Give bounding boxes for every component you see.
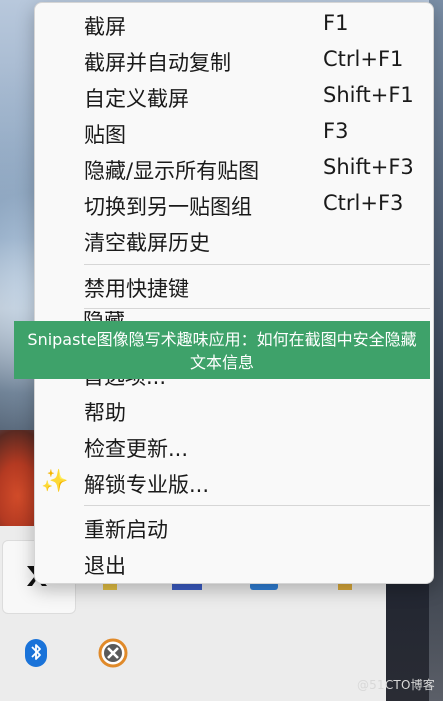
menu-item-label: 检查更新... [84, 437, 189, 461]
menu-item-shortcut: Ctrl+F3 [323, 191, 404, 215]
menu-item-shortcut: Shift+F3 [323, 155, 414, 179]
menu-item-help[interactable]: 帮助 [35, 393, 433, 429]
menu-item-label: 退出 [84, 554, 126, 578]
menu-item-label: 截屏 [84, 15, 126, 39]
sparkles-icon: ✨ [41, 469, 69, 494]
article-title-banner: Snipaste图像隐写术趣味应用：如何在截图中安全隐藏文本信息 [14, 321, 430, 379]
menu-item-preferences-fragment[interactable]: 首选项... [83, 379, 166, 389]
menu-item-paste[interactable]: 贴图 F3 [35, 115, 433, 151]
menu-item-hidden-fragment: 隐藏 [83, 311, 125, 321]
menu-item-screenshot[interactable]: 截屏 F1 [35, 7, 433, 43]
menu-item-shortcut: Ctrl+F1 [323, 47, 404, 71]
menu-item-clear-history[interactable]: 清空截屏历史 [35, 223, 433, 259]
menu-item-label: 解锁专业版... [84, 473, 210, 497]
menu-separator [84, 264, 430, 265]
menu-item-toggle-pastes[interactable]: 隐藏/显示所有贴图 Shift+F3 [35, 151, 433, 187]
menu-item-label: 切换到另一贴图组 [84, 195, 252, 219]
menu-item-shortcut: F1 [323, 11, 349, 35]
menu-item-screenshot-auto-copy[interactable]: 截屏并自动复制 Ctrl+F1 [35, 43, 433, 79]
menu-item-shortcut: F3 [323, 119, 349, 143]
menu-item-label: 截屏并自动复制 [84, 51, 231, 75]
menu-item-switch-paste-group[interactable]: 切换到另一贴图组 Ctrl+F3 [35, 187, 433, 223]
menu-item-exit[interactable]: 退出 [35, 546, 433, 582]
tray-context-menu: 截屏 F1 截屏并自动复制 Ctrl+F1 自定义截屏 Shift+F1 贴图 … [34, 2, 434, 584]
bluetooth-icon[interactable] [24, 639, 48, 667]
menu-item-label: 禁用快捷键 [84, 277, 189, 301]
app-x-icon[interactable] [97, 637, 129, 669]
menu-item-label: 帮助 [84, 401, 126, 425]
menu-item-shortcut: Shift+F1 [323, 83, 414, 107]
menu-item-disable-hotkeys[interactable]: 禁用快捷键 [35, 269, 433, 305]
menu-item-restart[interactable]: 重新启动 [35, 510, 433, 546]
menu-item-label: 自定义截屏 [84, 87, 189, 111]
menu-item-label: 重新启动 [84, 518, 168, 542]
menu-item-custom-screenshot[interactable]: 自定义截屏 Shift+F1 [35, 79, 433, 115]
menu-item-label: 清空截屏历史 [84, 231, 210, 255]
menu-separator [84, 505, 430, 506]
menu-item-label: 隐藏/显示所有贴图 [84, 159, 260, 183]
menu-item-label: 贴图 [84, 123, 126, 147]
menu-item-unlock-pro[interactable]: ✨ 解锁专业版... [35, 465, 433, 501]
menu-item-check-updates[interactable]: 检查更新... [35, 429, 433, 465]
menu-separator [84, 308, 430, 309]
watermark: @51CTO博客 [356, 678, 435, 692]
